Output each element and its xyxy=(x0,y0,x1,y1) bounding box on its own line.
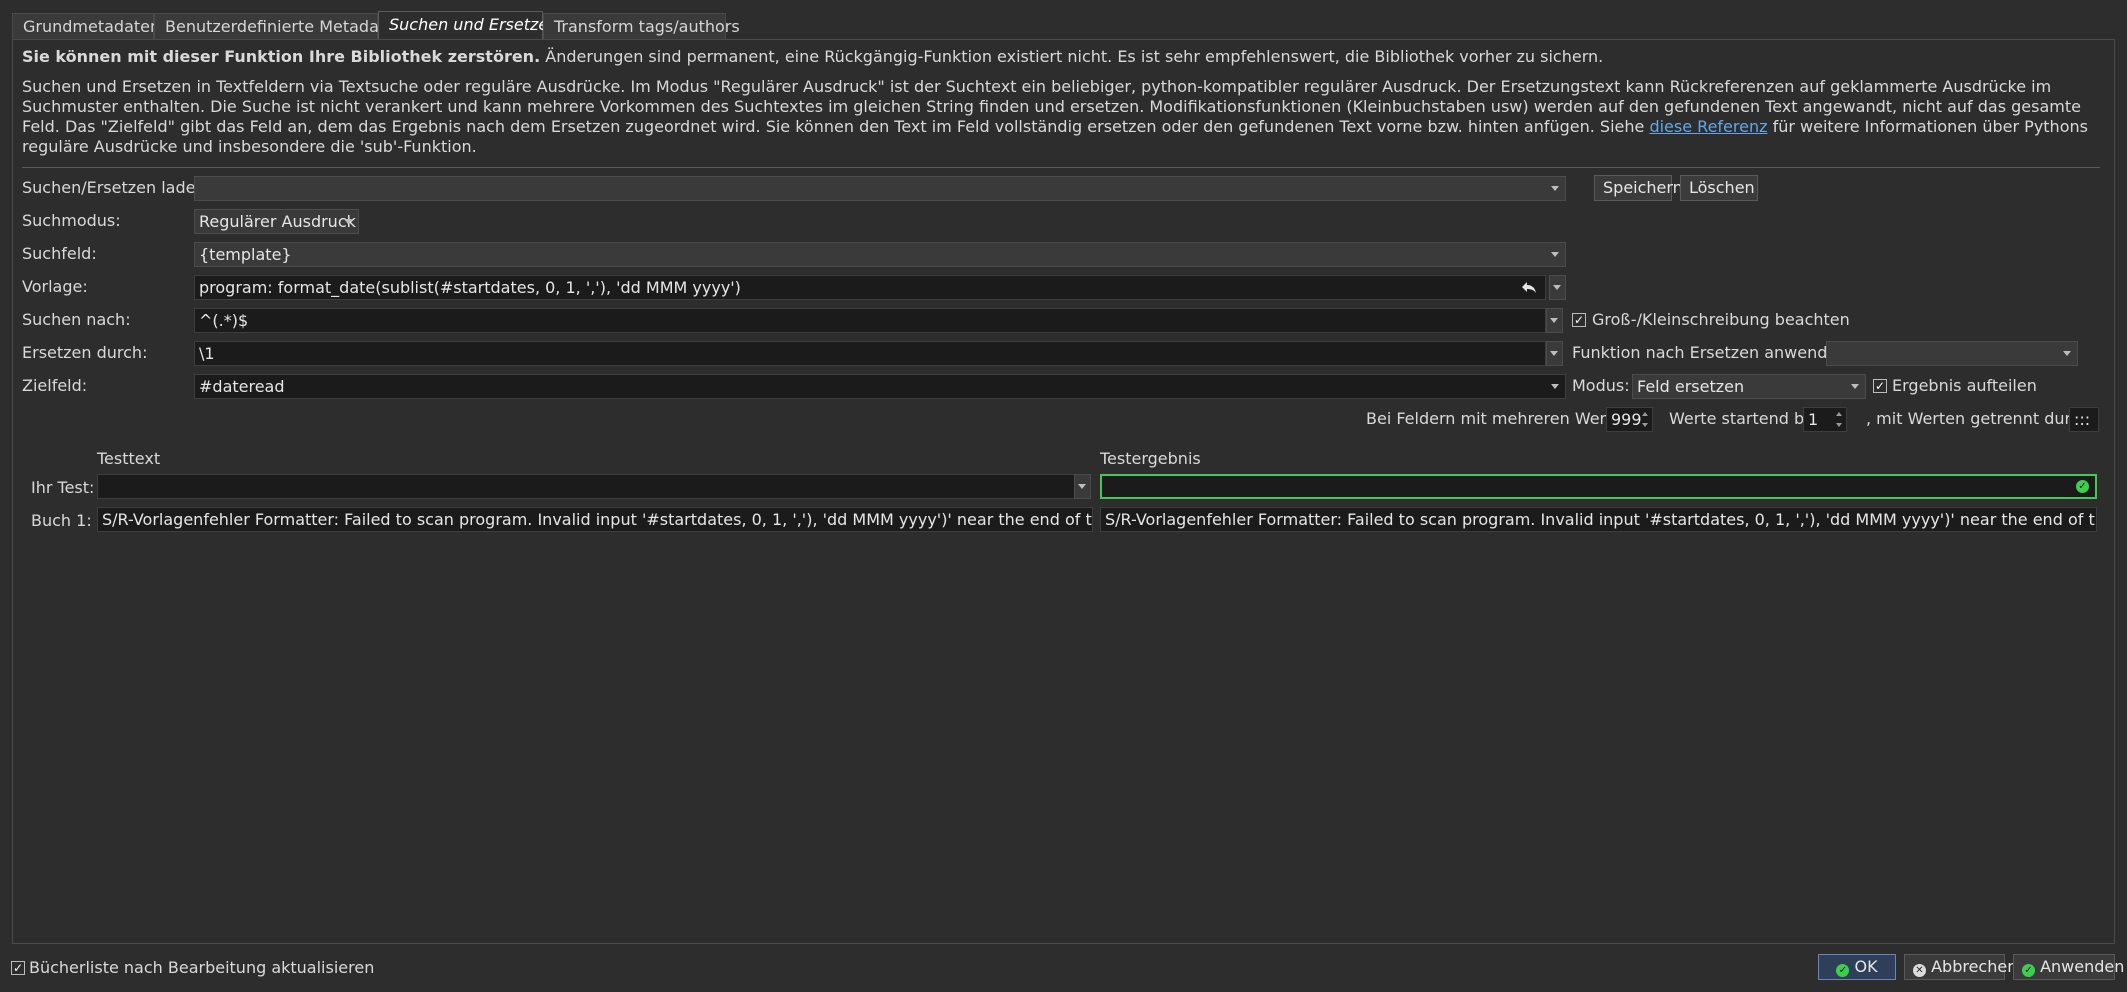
chevron-down-icon xyxy=(344,219,352,224)
search-for-dropdown[interactable] xyxy=(1546,308,1563,333)
chevron-down-icon xyxy=(1550,351,1558,356)
chevron-down-icon xyxy=(1551,384,1559,389)
search-for-input[interactable]: ^(.*)$ xyxy=(194,308,1546,333)
start-at-label: Werte startend bei xyxy=(1669,409,1819,428)
mode-select[interactable]: Feld ersetzen xyxy=(1632,374,1866,399)
start-at-spinbox[interactable]: 1 xyxy=(1803,407,1847,432)
apply-button[interactable]: ✓ Anwenden xyxy=(2013,954,2124,980)
destination-field-select[interactable]: #dateread xyxy=(194,374,1566,399)
template-dropdown[interactable] xyxy=(1549,275,1566,300)
tab-suchen-und-ersetzen[interactable]: Suchen und Ersetzen xyxy=(378,11,558,40)
multi-values-spinbox[interactable]: 999 xyxy=(1606,407,1653,432)
undo-icon[interactable] xyxy=(1521,281,1537,294)
spin-arrows-icon[interactable] xyxy=(1835,410,1844,429)
split-result-checkbox[interactable]: ✓ xyxy=(1873,379,1887,393)
book1-text: S/R-Vorlagenfehler Formatter: Failed to … xyxy=(97,507,1093,532)
refresh-books-checkbox[interactable]: ✓ xyxy=(11,961,25,975)
separator-input[interactable]: ::: xyxy=(2069,407,2099,432)
chevron-down-icon xyxy=(1551,186,1559,191)
your-test-input[interactable] xyxy=(97,474,1075,499)
ok-button[interactable]: ✓ OK xyxy=(1818,954,1896,980)
warning-bold: Sie können mit dieser Funktion Ihre Bibl… xyxy=(22,47,541,66)
load-label: Suchen/Ersetzen laden: xyxy=(22,178,211,197)
template-label: Vorlage: xyxy=(22,277,88,296)
tab-label: Transform tags/authors xyxy=(554,17,740,36)
divider xyxy=(22,167,2100,168)
function-select[interactable] xyxy=(1826,341,2078,366)
search-mode-label: Suchmodus: xyxy=(22,211,121,230)
load-select[interactable] xyxy=(194,176,1566,201)
warning-text: Sie können mit dieser Funktion Ihre Bibl… xyxy=(22,47,2102,67)
chevron-down-icon xyxy=(1550,318,1558,323)
search-for-label: Suchen nach: xyxy=(22,310,131,329)
destination-field-label: Zielfeld: xyxy=(22,376,88,395)
tab-benutzerdefinierte-metadaten[interactable]: Benutzerdefinierte Metadaten xyxy=(154,13,405,39)
search-field-label: Suchfeld: xyxy=(22,244,97,263)
chevron-down-icon xyxy=(1551,252,1559,257)
split-result-label: Ergebnis aufteilen xyxy=(1892,376,2037,395)
tab-grundmetadaten[interactable]: Grundmetadaten xyxy=(12,13,160,39)
cancel-button[interactable]: ✕ Abbrechen xyxy=(1904,954,2017,980)
function-label: Funktion nach Ersetzen anwenden: xyxy=(1572,343,1853,362)
replace-with-label: Ersetzen durch: xyxy=(22,343,148,362)
tab-label: Suchen und Ersetzen xyxy=(389,15,559,34)
valid-check-icon: ✓ xyxy=(2076,480,2089,493)
chevron-down-icon xyxy=(1078,484,1086,489)
reference-link[interactable]: diese Referenz xyxy=(1649,117,1767,136)
your-test-label: Ihr Test: xyxy=(31,478,95,497)
tab-label: Grundmetadaten xyxy=(23,17,161,36)
check-circle-icon: ✓ xyxy=(2022,964,2035,977)
save-button[interactable]: Speichern xyxy=(1594,175,1683,201)
refresh-books-label: Bücherliste nach Bearbeitung aktualisier… xyxy=(29,958,375,977)
check-circle-icon: ✓ xyxy=(1836,964,1850,977)
search-mode-select[interactable]: Regulärer Ausdruck xyxy=(194,209,359,234)
book1-label: Buch 1: xyxy=(31,511,92,530)
your-test-dropdown[interactable] xyxy=(1074,474,1091,499)
chevron-down-icon xyxy=(2063,351,2071,356)
book1-result: S/R-Vorlagenfehler Formatter: Failed to … xyxy=(1100,507,2097,532)
test-text-header: Testtext xyxy=(97,449,161,468)
case-sensitive-label: Groß-/Kleinschreibung beachten xyxy=(1592,310,1850,329)
multi-values-label: Bei Feldern mit mehreren Werten xyxy=(1366,409,1633,428)
replace-with-input[interactable]: \1 xyxy=(194,341,1546,366)
tab-label: Benutzerdefinierte Metadaten xyxy=(165,17,406,36)
tab-transform-tags-authors[interactable]: Transform tags/authors xyxy=(543,13,740,39)
search-field-select[interactable]: {template} xyxy=(194,242,1566,267)
description-text: Suchen und Ersetzen in Textfeldern via T… xyxy=(22,77,2102,157)
warning-rest: Änderungen sind permanent, eine Rückgäng… xyxy=(540,47,1604,66)
spin-arrows-icon[interactable] xyxy=(1641,410,1650,429)
delete-button[interactable]: Löschen xyxy=(1680,175,1758,201)
separator-label: , mit Werten getrennt durch xyxy=(1866,409,2090,428)
your-test-result: ✓ xyxy=(1100,474,2097,499)
chevron-down-icon xyxy=(1851,384,1859,389)
test-result-header: Testergebnis xyxy=(1100,449,1201,468)
template-input[interactable]: program: format_date(sublist(#startdates… xyxy=(194,275,1546,300)
chevron-down-icon xyxy=(1553,285,1561,290)
mode-label: Modus: xyxy=(1572,376,1630,395)
replace-with-dropdown[interactable] xyxy=(1546,341,1563,366)
case-sensitive-checkbox[interactable]: ✓ xyxy=(1572,313,1586,327)
cancel-circle-icon: ✕ xyxy=(1913,964,1926,977)
